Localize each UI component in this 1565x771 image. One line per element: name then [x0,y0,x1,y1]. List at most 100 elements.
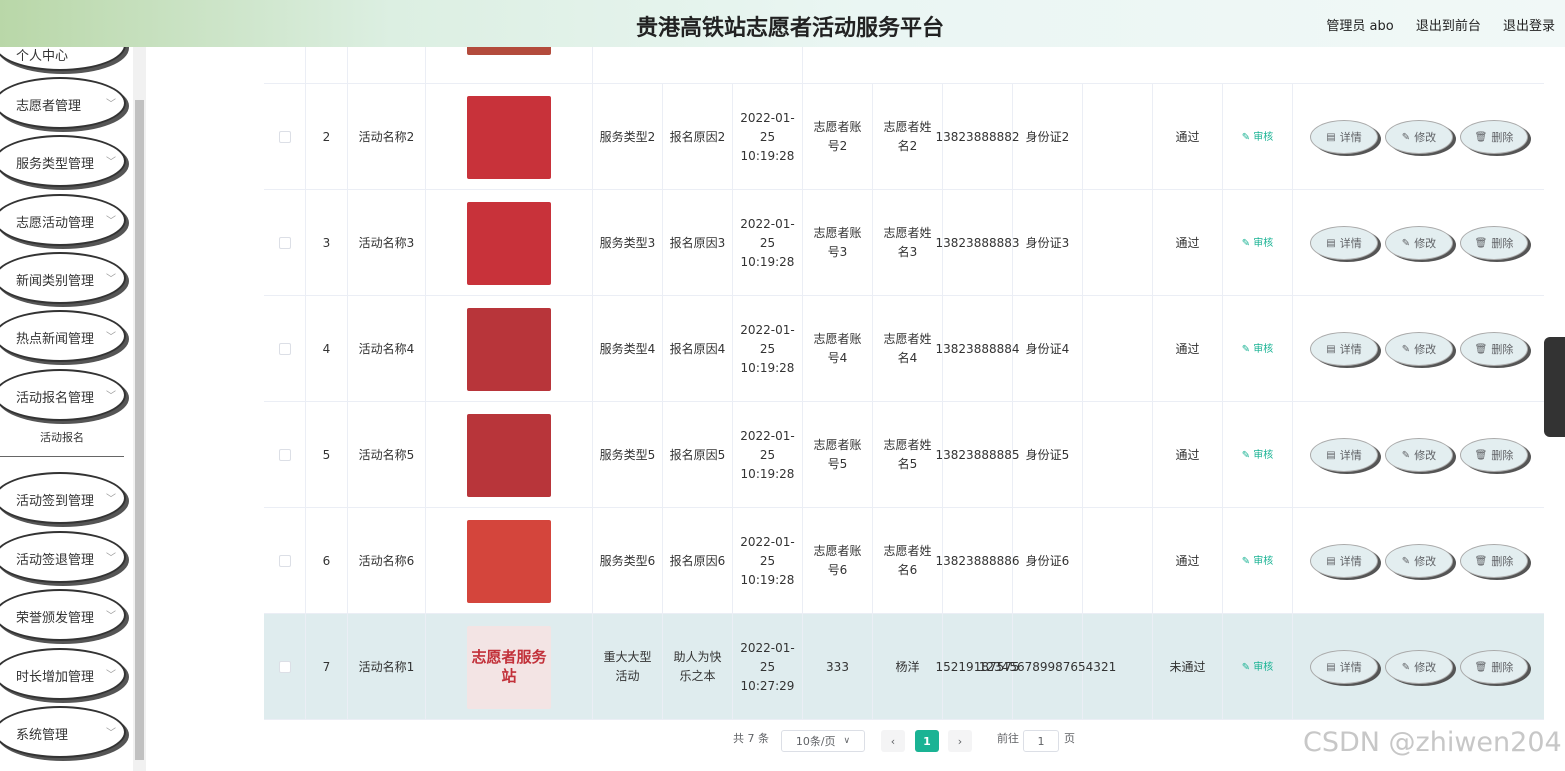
page-size-select[interactable]: 10条/页 ∨ [781,730,865,752]
review-link[interactable]: ✎ 审核 [1242,234,1274,253]
sidebar-item-volunteers[interactable]: 志愿者管理 ﹀ [0,77,126,129]
row-service-type: 服务类型2 [599,129,656,144]
table-row: 6 活动名称6 服务类型6 报名原因6 2022-01-25 10:19:28 志愿者账号… [264,508,1544,614]
delete-button[interactable]: 🗑 删除 [1460,544,1528,578]
edit-button[interactable]: ✎ 修改 [1385,120,1453,154]
row-status: 通过 [1175,129,1200,144]
pencil-icon: ✎ [1401,343,1411,355]
edit-button[interactable]: ✎ 修改 [1385,226,1453,260]
detail-button[interactable]: ▤ 详情 [1310,226,1378,260]
review-link[interactable]: ✎ 审核 [1242,658,1274,677]
row-checkbox[interactable] [278,131,291,143]
document-icon: ▤ [1326,237,1336,249]
sidebar-item-registration[interactable]: 活动报名管理 ﹀ [0,369,126,421]
detail-button[interactable]: ▤ 详情 [1310,650,1378,684]
row-id-card: 身份证3 [1025,235,1070,250]
sidebar: 个人中心 志愿者管理 ﹀ 服务类型管理 ﹀ 志愿活动管理 ﹀ 新闻类别管理 ﹀ 热点新闻… [0,47,146,771]
row-account: 志愿者账号3 [813,226,862,259]
edit-icon: ✎ [1241,555,1254,567]
edit-button[interactable]: ✎ 修改 [1385,650,1453,684]
row-checkbox[interactable] [278,555,291,567]
sidebar-item-hours[interactable]: 时长增加管理 ﹀ [0,648,126,700]
goto-page-input[interactable]: 1 [1023,730,1059,752]
chevron-down-icon: ﹀ [106,157,116,168]
sidebar-item-honors[interactable]: 荣誉颁发管理 ﹀ [0,589,126,641]
chevron-down-icon: ﹀ [106,728,116,739]
detail-button[interactable]: ▤ 详情 [1310,120,1378,154]
sidebar-item-checkout[interactable]: 活动签退管理 ﹀ [0,531,126,583]
delete-button[interactable]: 🗑 删除 [1460,332,1528,366]
row-phone: 13823888883 [935,235,1020,250]
activity-image [467,201,551,285]
prev-page-button[interactable]: ‹ [881,730,905,752]
row-activity-name: 活动名称4 [358,341,415,356]
row-time: 2022-01-25 10:19:28 [740,110,795,163]
review-link[interactable]: ✎ 审核 [1242,128,1274,147]
edit-button[interactable]: ✎ 修改 [1385,332,1453,366]
row-id-card: 身份证2 [1025,129,1070,144]
row-index: 7 [322,659,331,674]
watermark: CSDN @zhiwen204 [1303,727,1562,758]
table-row: 5 活动名称5 服务类型5 报名原因5 2022-01-25 10:19:28 志愿者账号… [264,402,1544,508]
review-link[interactable]: ✎ 审核 [1242,446,1274,465]
row-id-card: 身份证5 [1025,447,1070,462]
delete-button[interactable]: 🗑 删除 [1460,438,1528,472]
row-activity-name: 活动名称5 [358,447,415,462]
row-id-card: 身份证6 [1025,553,1070,568]
row-account: 333 [826,659,849,674]
row-checkbox[interactable] [278,661,291,673]
detail-button[interactable]: ▤ 详情 [1310,438,1378,472]
document-icon: ▤ [1326,555,1336,567]
sidebar-item-activities[interactable]: 志愿活动管理 ﹀ [0,194,126,246]
edit-icon: ✎ [1241,237,1254,249]
pencil-icon: ✎ [1401,661,1411,673]
goto-label: 前往 [997,732,1019,745]
delete-button[interactable]: 🗑 删除 [1460,226,1528,260]
sidebar-item-service-types[interactable]: 服务类型管理 ﹀ [0,135,126,187]
side-drawer-tab[interactable] [1544,337,1565,437]
document-icon: ▤ [1326,131,1336,143]
delete-button[interactable]: 🗑 删除 [1460,650,1528,684]
header-nav: 管理员 abo 退出到前台 退出登录 [1308,15,1555,34]
chevron-down-icon: ﹀ [106,274,116,285]
chevron-down-icon: ﹀ [106,99,116,110]
pencil-icon: ✎ [1401,555,1411,567]
row-index: 2 [322,129,331,144]
sidebar-item-news-categories[interactable]: 新闻类别管理 ﹀ [0,252,126,304]
detail-button[interactable]: ▤ 详情 [1310,544,1378,578]
trash-icon: 🗑 [1474,661,1488,673]
sidebar-scrollbar-thumb[interactable] [135,100,144,760]
row-checkbox[interactable] [278,449,291,461]
sidebar-item-system[interactable]: 系统管理 ﹀ [0,706,126,758]
row-index: 4 [322,341,331,356]
detail-button[interactable]: ▤ 详情 [1310,332,1378,366]
next-page-button[interactable]: › [948,730,972,752]
logout-link[interactable]: 退出登录 [1503,19,1555,34]
review-link[interactable]: ✎ 审核 [1242,340,1274,359]
pencil-icon: ✎ [1401,237,1411,249]
row-status: 未通过 [1169,659,1206,674]
row-index: 5 [322,447,331,462]
row-phone: 13823888884 [935,341,1020,356]
row-checkbox[interactable] [278,237,291,249]
header: 贵港高铁站志愿者活动服务平台 管理员 abo 退出到前台 退出登录 [0,0,1565,47]
sidebar-item-checkin[interactable]: 活动签到管理 ﹀ [0,472,126,524]
row-service-type: 服务类型3 [599,235,656,250]
row-status: 通过 [1175,553,1200,568]
sidebar-subitem-registration[interactable]: 活动报名 [0,423,124,457]
back-to-front-link[interactable]: 退出到前台 [1416,19,1481,34]
delete-button[interactable]: 🗑 删除 [1460,120,1528,154]
chevron-down-icon: ﹀ [106,391,116,402]
row-reason: 报名原因4 [669,341,726,356]
edit-button[interactable]: ✎ 修改 [1385,438,1453,472]
sidebar-item-hot-news[interactable]: 热点新闻管理 ﹀ [0,310,126,362]
edit-button[interactable]: ✎ 修改 [1385,544,1453,578]
sidebar-item-personal-center[interactable]: 个人中心 [0,47,126,71]
activity-image: 志愿者服务站 [467,625,551,709]
page-number-1[interactable]: 1 [915,730,939,752]
row-reason: 报名原因3 [669,235,726,250]
row-phone: 13823888886 [935,553,1020,568]
review-link[interactable]: ✎ 审核 [1242,552,1274,571]
row-id-card: 身份证4 [1025,341,1070,356]
row-checkbox[interactable] [278,343,291,355]
